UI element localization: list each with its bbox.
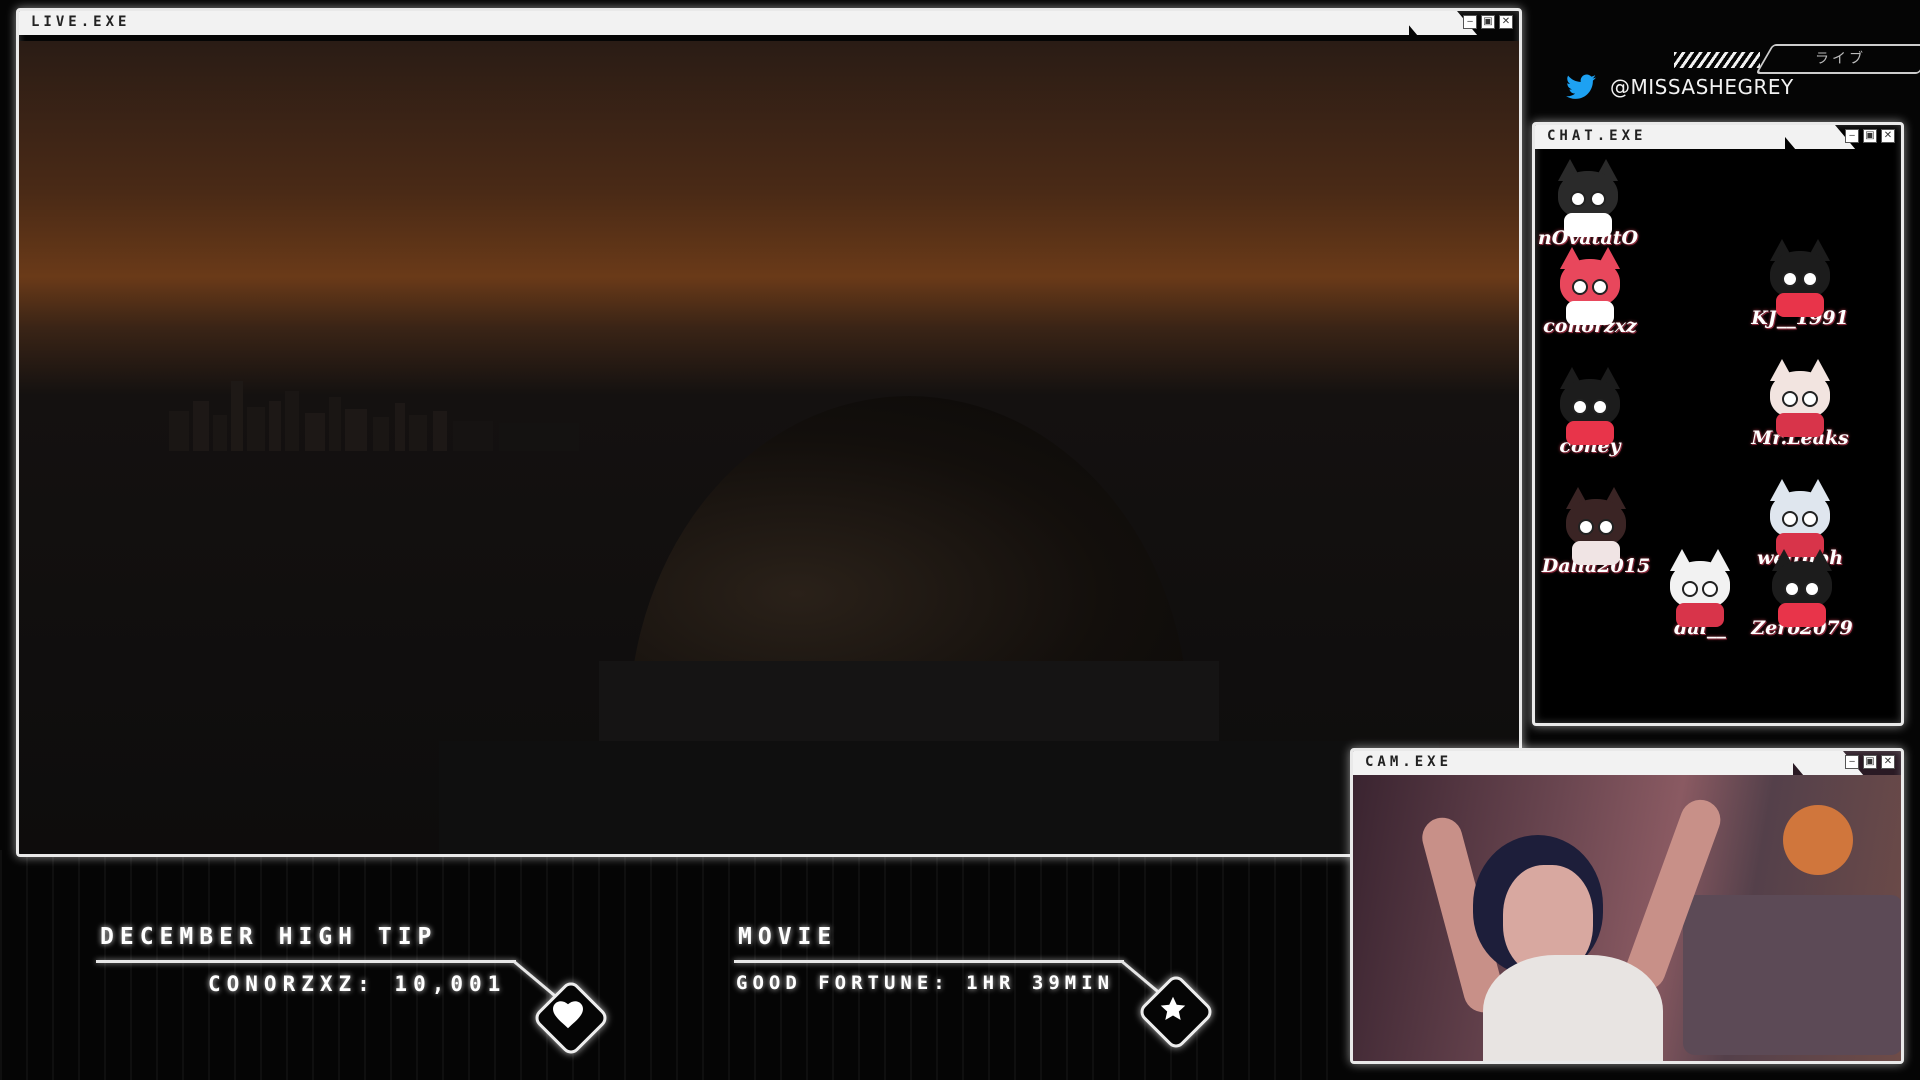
live-titlebar: LIVE.EXE bbox=[19, 11, 1409, 35]
maximize-icon: ▣ bbox=[1483, 16, 1493, 27]
chat-user[interactable]: KJ__1991 bbox=[1725, 235, 1875, 329]
maximize-button[interactable]: ▣ bbox=[1863, 129, 1877, 143]
movie-value: GOOD FORTUNE: 1HR 39MIN bbox=[736, 972, 1115, 994]
chat-titlebar: CHAT.EXE bbox=[1535, 125, 1785, 149]
tip-underline bbox=[96, 960, 516, 963]
chat-window-title: CHAT.EXE bbox=[1547, 128, 1647, 144]
cam-titlebar: CAM.EXE bbox=[1353, 751, 1793, 775]
close-icon: ✕ bbox=[1883, 130, 1893, 141]
close-icon: ✕ bbox=[1501, 16, 1511, 27]
webcam-feed bbox=[1353, 775, 1901, 1061]
live-window-controls: ‒ ▣ ✕ bbox=[1463, 15, 1513, 29]
cat-avatar-icon bbox=[1548, 155, 1628, 237]
chat-user[interactable]: coney bbox=[1535, 363, 1665, 457]
chat-user[interactable]: conorzxz bbox=[1535, 243, 1665, 337]
cat-avatar-icon bbox=[1760, 475, 1840, 557]
close-button[interactable]: ✕ bbox=[1881, 129, 1895, 143]
background-lamp bbox=[1783, 805, 1853, 875]
chat-user[interactable]: Mr.Leaks bbox=[1725, 355, 1875, 449]
background-bed bbox=[1683, 895, 1901, 1055]
movie-underline bbox=[734, 960, 1124, 963]
movie-heading: MOVIE bbox=[738, 924, 838, 950]
cat-avatar-icon bbox=[1550, 243, 1630, 325]
chat-titlebar-slant bbox=[1775, 125, 1856, 149]
star-icon bbox=[1148, 984, 1198, 1034]
cam-window-title: CAM.EXE bbox=[1365, 754, 1453, 770]
live-window: LIVE.EXE ‒ ▣ ✕ bbox=[16, 8, 1522, 857]
heart-icon bbox=[543, 990, 593, 1040]
minimize-icon: ‒ bbox=[1466, 16, 1474, 27]
maximize-button[interactable]: ▣ bbox=[1863, 755, 1877, 769]
live-tag-text: ライブ bbox=[1815, 51, 1866, 67]
twitter-handle: @MISSASHEGREY bbox=[1610, 75, 1794, 99]
chat-user[interactable]: Zero2079 bbox=[1727, 545, 1877, 639]
cat-avatar-icon bbox=[1760, 235, 1840, 317]
close-button[interactable]: ✕ bbox=[1881, 755, 1895, 769]
close-icon: ✕ bbox=[1883, 756, 1893, 767]
minimize-button[interactable]: ‒ bbox=[1845, 129, 1859, 143]
minimize-button[interactable]: ‒ bbox=[1845, 755, 1859, 769]
minimize-icon: ‒ bbox=[1848, 130, 1856, 141]
minimize-button[interactable]: ‒ bbox=[1463, 15, 1477, 29]
background-code-rain bbox=[0, 850, 1340, 1080]
cat-avatar-icon bbox=[1762, 545, 1842, 627]
streamer-body bbox=[1483, 955, 1663, 1061]
chat-user[interactable]: nOvatatO bbox=[1535, 155, 1663, 249]
foreground-structure bbox=[439, 741, 1439, 854]
twitter-handle-row[interactable]: @MISSASHEGREY bbox=[1566, 74, 1794, 100]
twitter-bird-icon bbox=[1566, 74, 1596, 99]
cat-avatar-icon bbox=[1760, 355, 1840, 437]
live-video-feed bbox=[19, 41, 1519, 854]
decorative-hatch bbox=[1674, 52, 1760, 68]
cam-window: CAM.EXE ‒ ▣ ✕ bbox=[1350, 748, 1904, 1064]
cat-avatar-icon bbox=[1556, 483, 1636, 565]
city-skyline bbox=[169, 371, 589, 455]
maximize-icon: ▣ bbox=[1865, 756, 1875, 767]
chat-window-controls: ‒ ▣ ✕ bbox=[1845, 129, 1895, 143]
maximize-button[interactable]: ▣ bbox=[1481, 15, 1495, 29]
minimize-icon: ‒ bbox=[1848, 756, 1856, 767]
tip-heading: DECEMBER HIGH TIP bbox=[100, 924, 438, 950]
cam-window-controls: ‒ ▣ ✕ bbox=[1845, 755, 1895, 769]
tip-value: CONORZXZ: 10,001 bbox=[208, 972, 507, 996]
cat-avatar-icon bbox=[1550, 363, 1630, 445]
close-button[interactable]: ✕ bbox=[1499, 15, 1513, 29]
chat-window: CHAT.EXE ‒ ▣ ✕ nOvatatO KJ__1991 conorzxz M… bbox=[1532, 122, 1904, 726]
live-window-title: LIVE.EXE bbox=[31, 14, 131, 30]
maximize-icon: ▣ bbox=[1865, 130, 1875, 141]
